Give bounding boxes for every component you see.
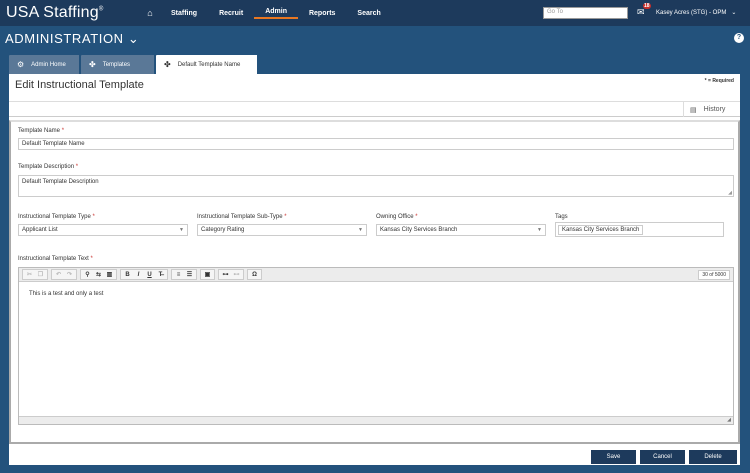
- main-panel: Edit Instructional Template * = Required…: [9, 74, 740, 465]
- unlink-icon[interactable]: ⊷: [231, 270, 242, 280]
- goto-input[interactable]: Go To: [543, 7, 628, 19]
- tab-default-template-name[interactable]: ✤ Default Template Name: [156, 55, 257, 74]
- template-form: Template Name * Default Template Name Te…: [9, 120, 740, 444]
- italic-icon[interactable]: I: [133, 270, 144, 280]
- nav-staffing[interactable]: Staffing: [160, 10, 208, 17]
- section-title[interactable]: ADMINISTRATION ⌄: [5, 31, 139, 47]
- clear-format-icon[interactable]: T̶: [155, 270, 166, 280]
- template-name-label: Template Name *: [18, 128, 65, 134]
- puzzle-icon: ✤: [89, 60, 96, 69]
- history-button[interactable]: ▤ History: [683, 102, 740, 117]
- template-description-textarea[interactable]: Default Template Description ◢: [18, 175, 734, 197]
- page-title: Edit Instructional Template: [15, 79, 144, 91]
- cut-icon[interactable]: ✂: [24, 270, 35, 280]
- chevron-down-icon: ⌄: [731, 10, 737, 16]
- required-note: * = Required: [704, 78, 734, 84]
- brand-logo[interactable]: USA Staffing®: [0, 4, 140, 22]
- user-name: Kasey Acres (STG) - OPM: [656, 10, 727, 16]
- mail-count-badge: 18: [643, 3, 651, 9]
- print-icon: ▤: [690, 106, 697, 114]
- numbered-list-icon[interactable]: ≡: [173, 270, 184, 280]
- owning-office-label: Owning Office *: [376, 214, 418, 220]
- editor-toolbar: ✂ ❐ ↶ ↷ ⚲ ⇆ ▥ B I U T̶ ≡ ☰ ▣ ⊶ ⊷ Ω 30 of…: [19, 268, 733, 282]
- history-bar: ▤ History: [9, 101, 740, 117]
- tab-strip: ⚙ Admin Home ✤ Templates ✤ Default Templ…: [9, 55, 259, 74]
- template-name-input[interactable]: Default Template Name: [18, 138, 734, 150]
- home-icon[interactable]: ⌂: [140, 8, 160, 18]
- nav-search[interactable]: Search: [346, 10, 391, 17]
- delete-button[interactable]: Delete: [689, 450, 737, 464]
- template-type-select[interactable]: Applicant List ▼: [18, 224, 188, 236]
- tag-chip[interactable]: Kansas City Services Branch: [558, 225, 644, 235]
- editor-statusbar: ◢: [19, 416, 733, 424]
- link-icon[interactable]: ⊶: [220, 270, 231, 280]
- special-character-icon[interactable]: Ω: [249, 270, 260, 280]
- copy-icon[interactable]: ❐: [35, 270, 46, 280]
- template-subtype-label: Instructional Template Sub-Type *: [197, 214, 287, 220]
- tab-templates[interactable]: ✤ Templates: [81, 55, 154, 74]
- main-nav: ⌂ Staffing Recruit Admin Reports Search: [140, 8, 392, 19]
- paste-text-icon[interactable]: ▣: [202, 270, 213, 280]
- spellcheck-icon[interactable]: ▥: [104, 270, 115, 280]
- cancel-button[interactable]: Cancel: [640, 450, 685, 464]
- template-type-label: Instructional Template Type *: [18, 214, 95, 220]
- undo-icon[interactable]: ↶: [53, 270, 64, 280]
- resize-grip-icon[interactable]: ◢: [727, 417, 731, 423]
- user-menu[interactable]: Kasey Acres (STG) - OPM ⌄: [656, 9, 736, 16]
- chevron-down-icon: ▼: [179, 227, 184, 233]
- owning-office-select[interactable]: Kansas City Services Branch ▼: [376, 224, 546, 236]
- template-subtype-select[interactable]: Category Rating ▼: [197, 224, 367, 236]
- nav-admin[interactable]: Admin: [254, 8, 298, 19]
- nav-reports[interactable]: Reports: [298, 10, 346, 17]
- character-counter: 30 of 5000: [698, 270, 730, 280]
- chevron-down-icon: ▼: [358, 227, 363, 233]
- template-description-label: Template Description *: [18, 164, 79, 170]
- underline-icon[interactable]: U: [144, 270, 155, 280]
- chevron-down-icon: ▼: [537, 227, 542, 233]
- gear-icon: ⚙: [17, 60, 25, 69]
- find-icon[interactable]: ⚲: [82, 270, 93, 280]
- bulleted-list-icon[interactable]: ☰: [184, 270, 195, 280]
- redo-icon[interactable]: ↷: [64, 270, 75, 280]
- tab-admin-home[interactable]: ⚙ Admin Home: [9, 55, 79, 74]
- nav-recruit[interactable]: Recruit: [208, 10, 254, 17]
- replace-icon[interactable]: ⇆: [93, 270, 104, 280]
- tags-input[interactable]: Kansas City Services Branch: [555, 222, 724, 237]
- tags-label: Tags: [555, 214, 568, 220]
- top-navbar: USA Staffing® ⌂ Staffing Recruit Admin R…: [0, 0, 750, 26]
- chevron-down-icon: ⌄: [127, 31, 140, 46]
- save-button[interactable]: Save: [591, 450, 636, 464]
- editor-content[interactable]: This is a test and only a test: [29, 291, 103, 297]
- puzzle-icon: ✤: [164, 60, 171, 69]
- resize-grip-icon[interactable]: ◢: [728, 190, 732, 196]
- admin-bar: ADMINISTRATION ⌄ ?: [0, 26, 750, 53]
- help-icon[interactable]: ?: [734, 33, 744, 43]
- rich-text-editor: ✂ ❐ ↶ ↷ ⚲ ⇆ ▥ B I U T̶ ≡ ☰ ▣ ⊶ ⊷ Ω 30 of…: [18, 267, 734, 425]
- action-bar: Save Cancel Delete: [9, 447, 740, 465]
- bold-icon[interactable]: B: [122, 270, 133, 280]
- template-text-label: Instructional Template Text *: [18, 256, 93, 262]
